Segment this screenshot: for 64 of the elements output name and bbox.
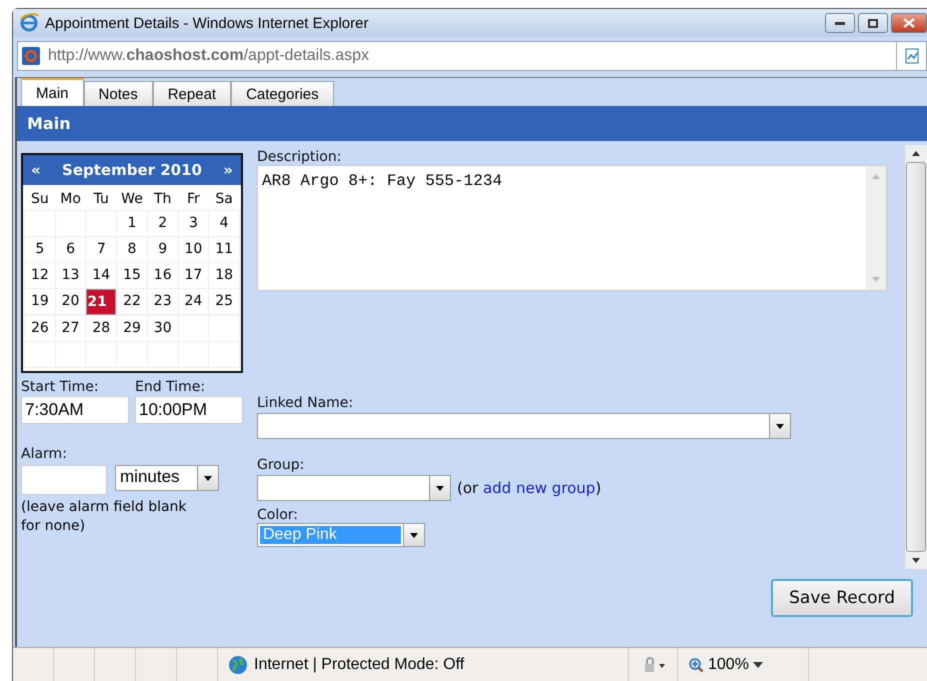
- status-text: Internet | Protected Mode: Off: [254, 656, 464, 674]
- dropdown[interactable]: [257, 413, 791, 439]
- weekday-label: Tu: [92, 190, 110, 209]
- restore-button[interactable]: [858, 13, 888, 33]
- tab[interactable]: Main: [21, 78, 84, 106]
- text-area[interactable]: AR8 Argo 8+: Fay 555-1234: [257, 165, 887, 291]
- help-text: (or add new group): [457, 479, 602, 497]
- minimize-icon: [835, 21, 845, 25]
- dropdown[interactable]: [257, 475, 451, 501]
- caret-icon: [410, 532, 418, 538]
- caret-icon: [204, 476, 212, 480]
- field-label: Color:: [257, 507, 300, 523]
- calendar-day[interactable]: 24: [178, 289, 208, 314]
- close-icon: [903, 18, 915, 28]
- scroll-up-icon: [872, 174, 880, 179]
- restore-icon: [868, 18, 878, 28]
- calendar-day[interactable]: 21: [86, 289, 116, 315]
- window-title: Appointment Details - Windows Internet Explorer: [45, 14, 368, 32]
- browser-logo-icon: [19, 13, 39, 33]
- calendar-day[interactable]: 27: [56, 316, 86, 341]
- input-field[interactable]: [21, 465, 107, 495]
- field-label: Description:: [257, 149, 342, 165]
- scroll-down-icon: [912, 558, 920, 563]
- save-button[interactable]: Save Record: [771, 579, 913, 617]
- globe-icon: [228, 655, 248, 675]
- dropdown[interactable]: minutes: [115, 465, 219, 491]
- caret-icon: [776, 424, 784, 428]
- scroll-down-icon: [872, 277, 880, 282]
- help-text: (leave alarm field blank for none): [21, 498, 188, 536]
- add-group-link[interactable]: add new group: [482, 479, 596, 497]
- previous-month-link[interactable]: «: [31, 161, 41, 179]
- weekday-label: We: [120, 190, 144, 209]
- tab[interactable]: Notes: [84, 81, 153, 106]
- tab[interactable]: Repeat: [152, 81, 232, 106]
- weekday-label: Su: [30, 190, 50, 209]
- zoom-level[interactable]: 100%: [708, 656, 749, 674]
- close-button[interactable]: [891, 13, 927, 33]
- calendar-day[interactable]: 17: [178, 263, 208, 288]
- next-month-link[interactable]: »: [223, 161, 233, 179]
- weekday-label: Fr: [186, 190, 201, 209]
- weekday-label: Th: [152, 190, 172, 209]
- section-header: Main: [17, 106, 927, 141]
- caret-icon: [752, 662, 763, 668]
- field-label: Linked Name:: [257, 395, 354, 411]
- scrollbar[interactable]: [905, 145, 927, 569]
- weekday-label: Mo: [59, 190, 82, 209]
- input-field[interactable]: 10:00PM: [135, 396, 243, 424]
- scroll-up-icon: [912, 151, 920, 156]
- zoom-icon: [688, 657, 704, 673]
- caret-icon: [436, 486, 444, 490]
- field-label: End Time:: [135, 379, 206, 395]
- field-label: Group:: [257, 457, 306, 473]
- calendar-day[interactable]: 3: [178, 211, 208, 236]
- field-label: Start Time:: [21, 379, 100, 395]
- calendar-day[interactable]: 13: [56, 263, 86, 288]
- field-label: Alarm:: [21, 446, 68, 462]
- month-title: September 2010: [62, 161, 202, 179]
- calendar-day[interactable]: 10: [178, 237, 208, 262]
- input-field[interactable]: 7:30AM: [21, 396, 129, 424]
- minimize-button[interactable]: [825, 13, 855, 33]
- calendar-day[interactable]: 20: [56, 289, 86, 314]
- tab[interactable]: Categories: [231, 81, 334, 106]
- calendar-day[interactable]: 6: [56, 237, 86, 262]
- weekday-label: Sa: [214, 190, 234, 209]
